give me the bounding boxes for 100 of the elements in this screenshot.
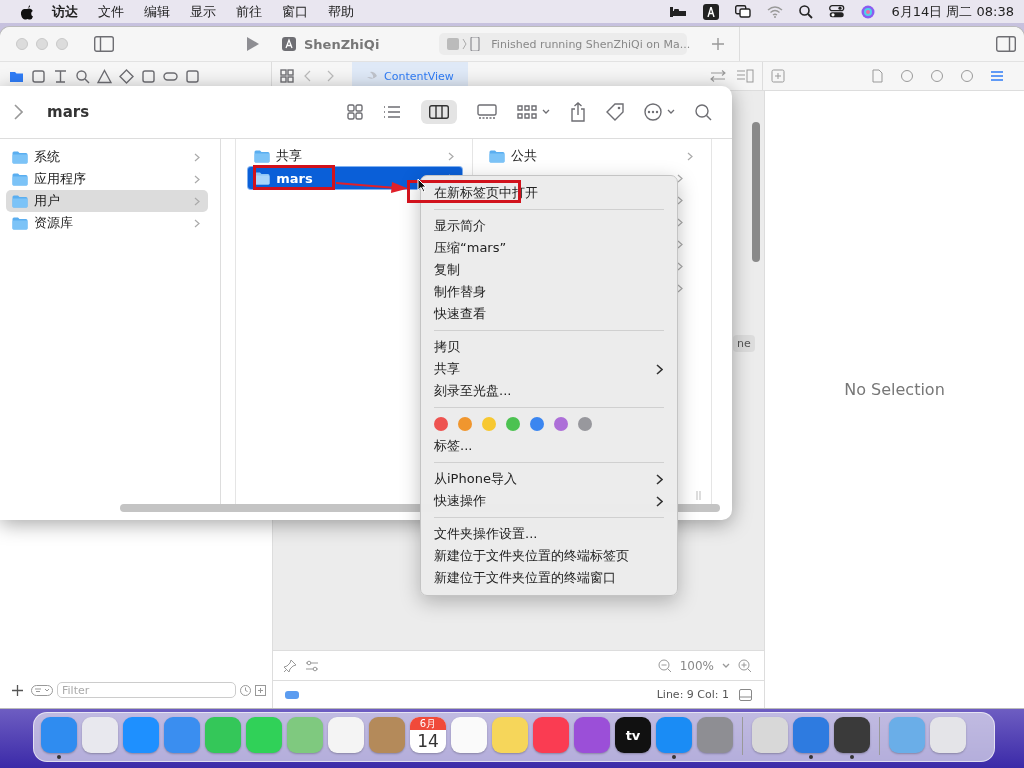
grid-icon[interactable] <box>280 69 294 83</box>
warning-icon[interactable] <box>97 68 112 84</box>
window-control-icon[interactable] <box>36 38 48 50</box>
menu-item[interactable]: 快速操作 <box>421 490 677 512</box>
column-view-button[interactable] <box>421 100 457 124</box>
caret-icon <box>667 109 675 115</box>
wifi-icon[interactable] <box>767 5 784 18</box>
calendar-app-icon[interactable]: 6月 14 <box>410 717 446 753</box>
inspector-toggle-icon[interactable] <box>996 36 1016 52</box>
debug-area-icon[interactable] <box>739 688 752 701</box>
plus-icon[interactable] <box>12 684 23 696</box>
menu-bar-item[interactable]: 访达 <box>42 2 88 21</box>
icon-view-icon[interactable] <box>347 104 363 120</box>
back-forward-icon[interactable] <box>304 70 334 82</box>
pointer-cursor-icon <box>417 178 427 193</box>
diamond-icon[interactable] <box>119 68 134 84</box>
status-text: Finished running ShenZhiQi on Ma... <box>491 37 691 51</box>
share-icon[interactable] <box>570 102 586 122</box>
sidebar-item[interactable]: 系统 <box>6 146 209 168</box>
menu-item[interactable]: 拷贝 <box>421 336 677 358</box>
annotation-arrow <box>336 180 408 194</box>
cursor-position: Line: 9 Col: 1 <box>656 688 729 701</box>
menu-bar-clock[interactable]: 6月14日 周二 08:38 <box>891 2 1014 21</box>
folder-row[interactable]: 共享 <box>248 145 463 167</box>
menu-bar-item[interactable]: 前往 <box>226 2 272 21</box>
back-icon[interactable] <box>14 104 23 120</box>
chevron-right-icon <box>677 195 683 205</box>
caret-icon <box>542 109 550 115</box>
zoom-level-menu[interactable]: 100% <box>679 658 714 673</box>
columns-icon <box>429 105 449 119</box>
folder-icon <box>12 172 28 186</box>
swap-arrows-icon[interactable] <box>710 70 726 82</box>
more-menu-button[interactable] <box>644 103 675 121</box>
destination-icon <box>447 37 482 51</box>
sidebar-item[interactable]: 资源库 <box>6 212 209 234</box>
empty-inspector-message: No Selection <box>844 380 945 399</box>
zoom-out-icon[interactable] <box>657 658 672 673</box>
folder-icon <box>12 216 28 230</box>
submenu-chevron-icon <box>656 495 663 507</box>
filter-menu-icon <box>31 684 53 696</box>
filter-field[interactable]: Filter <box>57 682 236 698</box>
menu-item[interactable]: 刻录至光盘... <box>421 380 677 402</box>
control-center-icon[interactable] <box>829 5 846 18</box>
lines-icon[interactable] <box>736 69 754 83</box>
tag-color-dot[interactable] <box>482 417 496 431</box>
folder-icon <box>489 149 506 163</box>
menu-bar-item[interactable]: 帮助 <box>318 2 364 21</box>
group-menu-button[interactable] <box>517 105 550 119</box>
menu-bar-item[interactable]: 文件 <box>88 2 134 21</box>
sidebar-item[interactable]: 应用程序 <box>6 168 209 190</box>
tag-color-dot[interactable] <box>554 417 568 431</box>
apple-logo-icon[interactable] <box>20 3 34 20</box>
menu-item[interactable]: 文件夹操作设置... <box>421 523 677 545</box>
chevron-right-icon <box>194 196 201 206</box>
folder-icon <box>12 194 28 208</box>
app-icon[interactable] <box>834 717 870 753</box>
tag-color-dot[interactable] <box>578 417 592 431</box>
sidebar-item[interactable]: 用户 <box>6 190 209 212</box>
tag-color-dot[interactable] <box>506 417 520 431</box>
menu-item[interactable]: 显示简介 <box>421 215 677 237</box>
menu-item[interactable]: 新建位于文件夹位置的终端窗口 <box>421 567 677 589</box>
tag-color-dot[interactable] <box>434 417 448 431</box>
siri-icon[interactable] <box>861 4 876 19</box>
gallery-view-icon[interactable] <box>477 104 497 120</box>
scheme-selector[interactable]: ShenZhiQi <box>282 36 380 52</box>
submenu-chevron-icon <box>656 363 663 375</box>
menu-bar-item[interactable]: 窗口 <box>272 2 318 21</box>
sidebar-toggle-icon[interactable] <box>94 36 114 52</box>
column-resize-icon[interactable] <box>696 491 701 500</box>
menu-item[interactable]: 快速查看 <box>421 303 677 325</box>
doc-icon[interactable] <box>870 69 884 83</box>
menu-item[interactable]: 标签... <box>421 435 677 457</box>
add-editor-icon[interactable] <box>771 69 785 83</box>
tv-app-icon[interactable]: tv <box>615 717 651 753</box>
folder-icon <box>12 150 28 164</box>
screen-mirroring-icon[interactable] <box>735 5 752 18</box>
menu-item[interactable]: 制作替身 <box>421 281 677 303</box>
play-icon[interactable] <box>246 36 260 52</box>
ellipsis-icon <box>644 103 662 121</box>
tag-color-dot[interactable] <box>458 417 472 431</box>
menu-item[interactable]: 复制 <box>421 259 677 281</box>
bed-icon[interactable] <box>669 5 688 18</box>
menu-item[interactable]: 从iPhone导入 <box>421 468 677 490</box>
menu-item[interactable]: 新建位于文件夹位置的终端标签页 <box>421 545 677 567</box>
chevron-right-icon <box>677 283 683 293</box>
menu-bar-item[interactable]: 编辑 <box>134 2 180 21</box>
pin-icon[interactable] <box>283 658 297 673</box>
menu-item[interactable]: 共享 <box>421 358 677 380</box>
tag-color-dot[interactable] <box>530 417 544 431</box>
list-view-icon[interactable] <box>383 105 401 119</box>
scrollbar-thumb[interactable] <box>752 122 760 262</box>
folder-row[interactable]: 公共 <box>483 145 701 167</box>
input-source-icon[interactable] <box>703 3 720 20</box>
search-icon[interactable] <box>799 4 814 19</box>
window-control-icon[interactable] <box>16 38 28 50</box>
menu-item[interactable]: 压缩“mars” <box>421 237 677 259</box>
menu-bar-item[interactable]: 显示 <box>180 2 226 21</box>
scheme-name: ShenZhiQi <box>304 36 380 52</box>
zoom-in-icon[interactable] <box>738 658 752 673</box>
window-control-icon[interactable] <box>56 38 68 50</box>
